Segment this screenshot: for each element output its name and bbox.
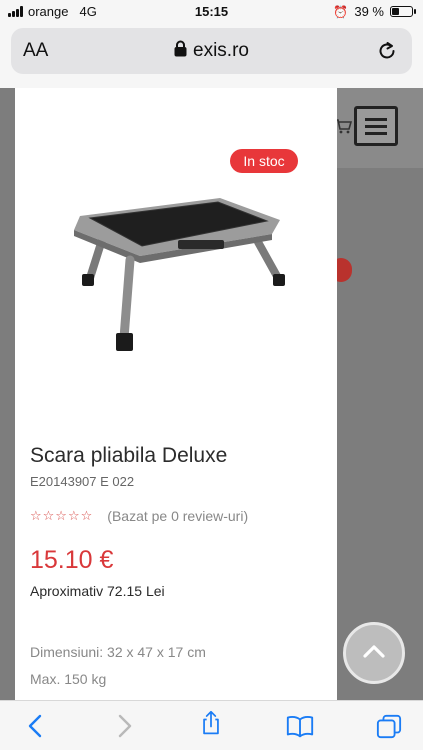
status-right: ⏰ 39 % [333, 4, 416, 19]
forward-icon[interactable] [108, 713, 138, 739]
share-icon[interactable] [196, 710, 226, 736]
bookmarks-icon[interactable] [285, 713, 315, 739]
hamburger-menu-icon[interactable] [354, 106, 398, 146]
chevron-up-icon [363, 645, 385, 658]
lock-icon [174, 40, 187, 57]
status-bar: orange 4G 15:15 ⏰ 39 % [0, 0, 423, 24]
product-panel: In stoc Scara pliabila Deluxe E20143907 … [15, 88, 337, 700]
product-price: 15.10 € [30, 546, 114, 574]
product-dimensions: Dimensiuni: 32 x 47 x 17 cm [30, 644, 206, 660]
url-text: exis.ro [193, 40, 249, 61]
back-icon[interactable] [22, 713, 52, 739]
alarm-icon: ⏰ [333, 4, 349, 19]
address-bar[interactable]: AA exis.ro [11, 28, 412, 74]
url-field[interactable]: exis.ro [11, 40, 412, 62]
battery-level [392, 8, 399, 15]
approximate-price: Aproximativ 72.15 Lei [30, 583, 165, 599]
browser-toolbar [0, 700, 423, 750]
scroll-to-top-button[interactable] [343, 622, 405, 684]
rating-stars-icon[interactable]: ☆☆☆☆☆ [30, 508, 93, 524]
browser-address-area: AA exis.ro [0, 24, 423, 88]
review-count[interactable]: (Bazat pe 0 review-uri) [107, 508, 248, 524]
product-sku: E20143907 E 022 [30, 474, 135, 489]
product-max-load: Max. 150 kg [30, 671, 107, 687]
rating-row[interactable]: ☆☆☆☆☆ (Bazat pe 0 review-uri) [30, 508, 248, 524]
battery-icon [390, 6, 416, 17]
battery-percent: 39 % [354, 4, 384, 19]
reload-icon[interactable] [376, 40, 398, 62]
stock-badge: In stoc [230, 149, 298, 173]
tabs-icon[interactable] [374, 713, 404, 739]
product-title: Scara pliabila Deluxe [30, 444, 228, 467]
product-image[interactable] [60, 190, 300, 360]
